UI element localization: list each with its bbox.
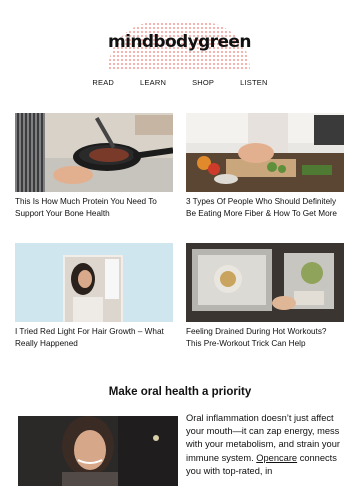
- brand-logo[interactable]: mindbodygreen: [108, 22, 251, 70]
- article-title[interactable]: This Is How Much Protein You Need To Sup…: [15, 196, 173, 220]
- nav-item-read[interactable]: READ: [92, 78, 114, 87]
- promo-body: Oral inflammation doesn’t just affect yo…: [186, 412, 346, 478]
- article-card-protein[interactable]: This Is How Much Protein You Need To Sup…: [15, 113, 173, 220]
- cooking-steak-pan-photo[interactable]: [15, 113, 173, 192]
- nav-item-shop[interactable]: SHOP: [192, 78, 214, 87]
- nav-item-listen[interactable]: LISTEN: [240, 78, 267, 87]
- woman-red-light-device-photo[interactable]: [15, 243, 173, 322]
- article-title[interactable]: 3 Types Of People Who Should Definitely …: [186, 196, 344, 220]
- promo-heading: Make oral health a priority: [108, 386, 252, 398]
- article-card-red-light[interactable]: I Tried Red Light For Hair Growth – What…: [15, 243, 173, 350]
- email-header: mindbodygreen READ LEARN SHOP LISTEN: [0, 0, 360, 112]
- logo-text: mindbodygreen: [108, 32, 251, 52]
- nav-item-learn[interactable]: LEARN: [140, 78, 166, 87]
- drink-tray-workout-photo[interactable]: [186, 243, 344, 322]
- article-title[interactable]: Feeling Drained During Hot Workouts? Thi…: [186, 326, 344, 350]
- chopping-vegetables-kitchen-photo[interactable]: [186, 113, 344, 192]
- smiling-woman-gym-photo[interactable]: [18, 416, 178, 486]
- top-nav: READ LEARN SHOP LISTEN: [0, 78, 360, 87]
- article-title[interactable]: I Tried Red Light For Hair Growth – What…: [15, 326, 173, 350]
- opencare-link[interactable]: Opencare: [256, 453, 297, 463]
- article-card-hot-workouts[interactable]: Feeling Drained During Hot Workouts? Thi…: [186, 243, 344, 350]
- article-card-fiber[interactable]: 3 Types Of People Who Should Definitely …: [186, 113, 344, 220]
